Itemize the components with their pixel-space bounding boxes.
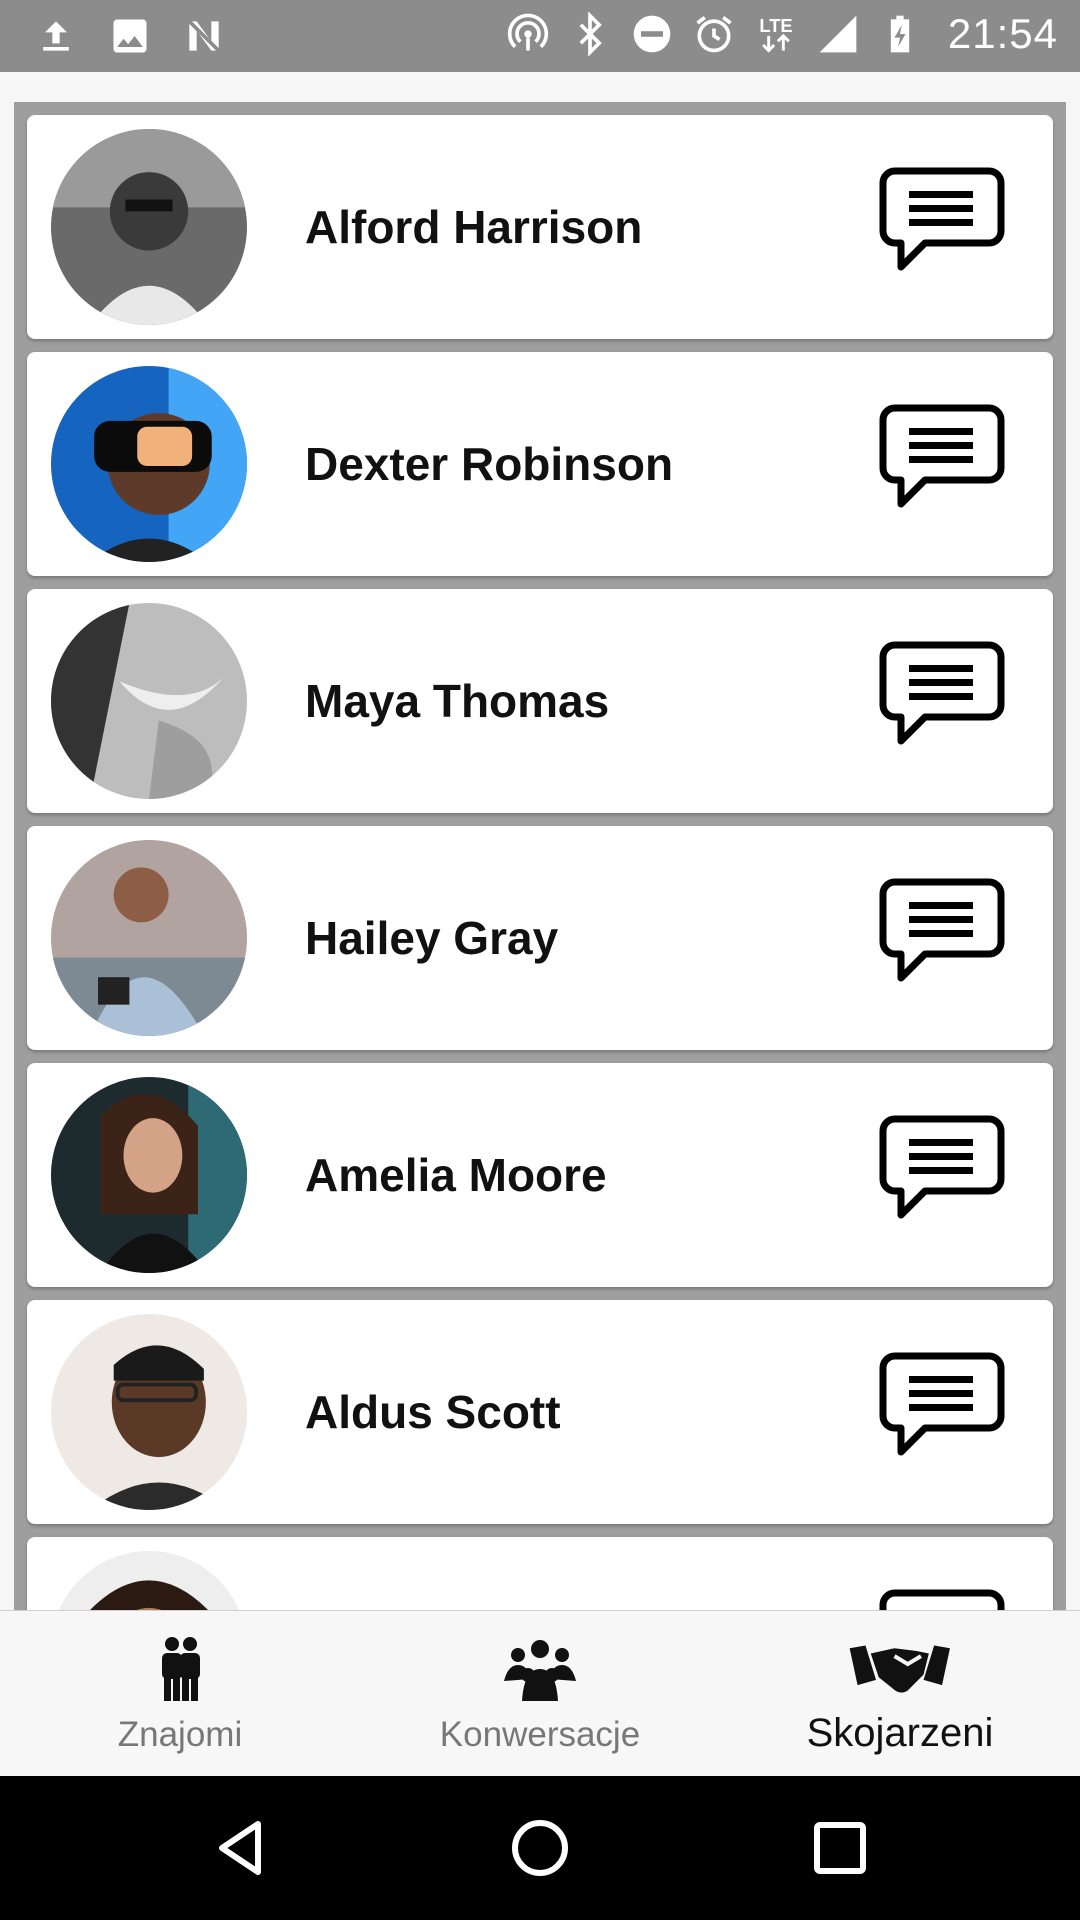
upload-icon — [34, 12, 78, 60]
contact-card[interactable] — [27, 1537, 1053, 1610]
contact-card[interactable]: Alford Harrison — [27, 115, 1053, 339]
message-button[interactable] — [877, 876, 1007, 992]
recents-icon — [814, 1822, 866, 1874]
content-area: Alford Harrison Dexter Robinson Maya Tho… — [0, 72, 1080, 1610]
chat-icon — [879, 641, 1005, 745]
tab-label: Konwersacje — [439, 1715, 641, 1754]
message-button[interactable] — [877, 1587, 1007, 1610]
back-button[interactable] — [210, 1818, 270, 1878]
hotspot-icon — [506, 10, 550, 58]
signal-icon — [816, 10, 860, 58]
home-button[interactable] — [510, 1818, 570, 1878]
chat-icon — [879, 404, 1005, 508]
tab-skojarzeni[interactable]: Skojarzeni — [720, 1611, 1080, 1777]
image-icon — [108, 12, 152, 60]
alarm-icon — [692, 10, 736, 58]
status-bar: LTE 21:54 — [0, 0, 1080, 72]
contact-card[interactable]: Dexter Robinson — [27, 352, 1053, 576]
contact-name: Aldus Scott — [305, 1386, 561, 1438]
avatar[interactable] — [51, 1551, 247, 1610]
contact-name: Maya Thomas — [305, 675, 610, 727]
do-not-disturb-icon — [630, 10, 674, 58]
svg-text:LTE: LTE — [759, 15, 792, 36]
message-button[interactable] — [877, 639, 1007, 755]
tab-znajomi[interactable]: Znajomi — [0, 1611, 360, 1777]
message-button[interactable] — [877, 402, 1007, 518]
recents-button[interactable] — [810, 1818, 870, 1878]
contact-name: Amelia Moore — [305, 1149, 607, 1201]
chat-icon — [879, 878, 1005, 982]
avatar[interactable] — [51, 129, 247, 325]
bottom-navigation: Znajomi Konwersacje Skojarzeni — [0, 1610, 1080, 1777]
avatar[interactable] — [51, 366, 247, 562]
contact-card[interactable]: Maya Thomas — [27, 589, 1053, 813]
contact-name: Alford Harrison — [305, 201, 643, 253]
avatar[interactable] — [51, 840, 247, 1036]
app-screen: LTE 21:54 Alford Harrison Dexter Robinso… — [0, 0, 1080, 1920]
status-time: 21:54 — [947, 10, 1058, 57]
contact-list[interactable]: Alford Harrison Dexter Robinson Maya Tho… — [27, 115, 1053, 1610]
lte-icon: LTE — [754, 10, 798, 58]
contact-name: Hailey Gray — [305, 912, 559, 964]
group-icon — [360, 1635, 720, 1701]
avatar[interactable] — [51, 1077, 247, 1273]
battery-charging-icon — [878, 10, 922, 58]
contact-name: Dexter Robinson — [305, 438, 674, 490]
contact-card[interactable]: Aldus Scott — [27, 1300, 1053, 1524]
avatar[interactable] — [51, 1314, 247, 1510]
message-button[interactable] — [877, 1350, 1007, 1466]
contact-list-frame: Alford Harrison Dexter Robinson Maya Tho… — [14, 102, 1066, 1610]
contact-card[interactable]: Amelia Moore — [27, 1063, 1053, 1287]
chat-icon — [879, 1589, 1005, 1610]
contact-card[interactable]: Hailey Gray — [27, 826, 1053, 1050]
bluetooth-icon — [568, 10, 612, 58]
friends-icon — [0, 1635, 360, 1701]
message-button[interactable] — [877, 1113, 1007, 1229]
avatar[interactable] — [51, 603, 247, 799]
tab-label: Skojarzeni — [806, 1711, 994, 1755]
chat-icon — [879, 167, 1005, 271]
chat-icon — [879, 1115, 1005, 1219]
message-button[interactable] — [877, 165, 1007, 281]
tab-konwersacje[interactable]: Konwersacje — [360, 1611, 720, 1777]
tab-label: Znajomi — [117, 1715, 243, 1754]
handshake-icon — [720, 1635, 1080, 1701]
chat-icon — [879, 1352, 1005, 1456]
home-icon — [512, 1820, 568, 1876]
n-icon — [182, 12, 226, 60]
system-navigation-bar — [0, 1776, 1080, 1920]
back-icon — [219, 1821, 261, 1875]
